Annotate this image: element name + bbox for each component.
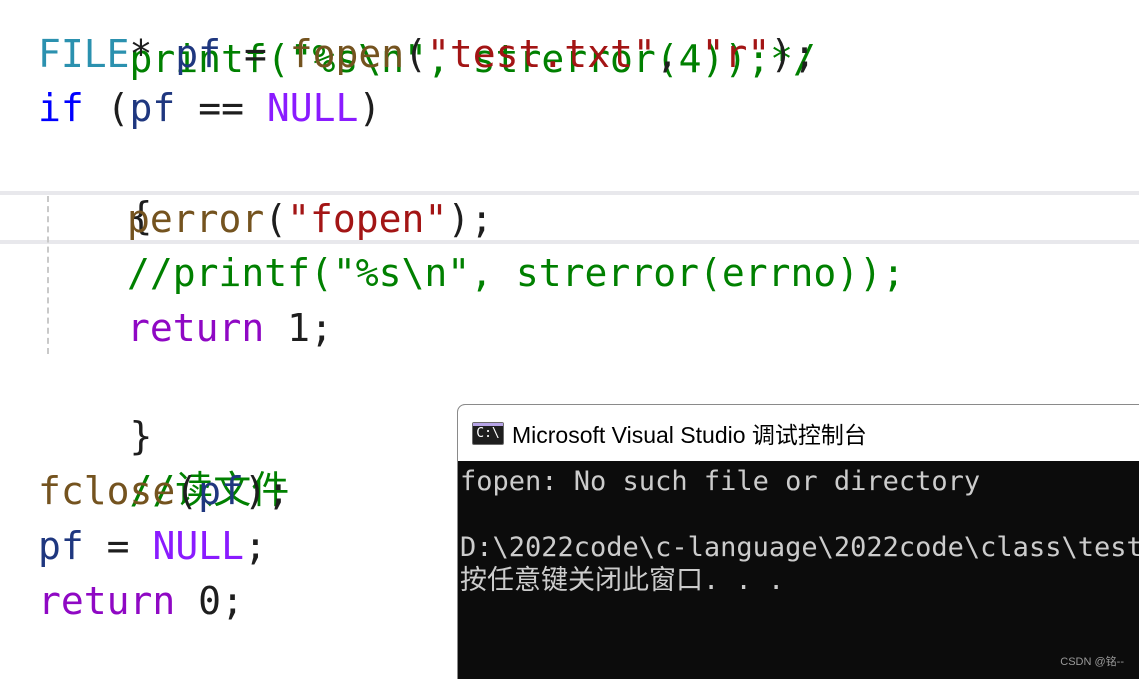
macro-token: NULL xyxy=(152,524,244,568)
function-token: fclose xyxy=(38,469,176,513)
console-line: 按任意键关闭此窗口. . . xyxy=(460,565,785,596)
debug-console-window[interactable]: C:\ Microsoft Visual Studio 调试控制台 fopen:… xyxy=(457,404,1139,679)
function-token: perror xyxy=(127,197,265,241)
code-line-7[interactable]: } xyxy=(38,355,153,458)
variable-token: pf xyxy=(129,86,176,130)
macro-token: NULL xyxy=(266,86,359,130)
paren-token: ( xyxy=(264,197,288,241)
watermark: CSDN @铭-- xyxy=(1060,656,1124,668)
function-token: fopen xyxy=(289,32,405,76)
comma-token: , xyxy=(655,32,679,76)
code-line-5[interactable]: //printf("%s\n", strerror(errno)); xyxy=(38,246,905,300)
string-token: "fopen" xyxy=(287,197,448,241)
console-line: fopen: No such file or directory xyxy=(460,466,981,497)
semicolon-token: ; xyxy=(221,579,244,623)
number-token: 1 xyxy=(287,306,311,350)
string-token: "r" xyxy=(701,32,771,76)
close-token: ) xyxy=(358,86,382,130)
console-title: Microsoft Visual Studio 调试控制台 xyxy=(512,422,867,448)
console-titlebar[interactable]: C:\ Microsoft Visual Studio 调试控制台 xyxy=(458,405,1139,461)
variable-token: pf xyxy=(38,524,84,568)
keyword-token: if xyxy=(38,86,84,130)
operator-token: == xyxy=(198,86,244,130)
semicolon-token: ; xyxy=(310,306,333,350)
code-line-2[interactable]: if (pf == NULL) xyxy=(38,81,381,135)
console-line: D:\2022code\c-language\2022code\class\te… xyxy=(460,532,1139,563)
paren-token: ( xyxy=(106,86,130,130)
code-line-1[interactable]: FILE* pf = fopen("test.txt", "r"); xyxy=(38,27,816,81)
close-token: ); xyxy=(243,469,290,513)
close-token: ); xyxy=(770,32,816,76)
number-token: 0 xyxy=(198,579,222,623)
paren-token: ( xyxy=(404,32,428,76)
pointer-token: * xyxy=(129,32,153,76)
assign-token: = xyxy=(243,32,267,76)
variable-token: pf xyxy=(175,32,222,76)
code-line-3[interactable]: { xyxy=(38,135,153,238)
close-token: ); xyxy=(447,197,494,241)
code-line-10[interactable]: pf = NULL; xyxy=(38,519,267,573)
code-line-6[interactable]: return 1; xyxy=(38,301,333,355)
type-token: FILE xyxy=(38,32,130,76)
comment-text: //printf("%s\n", strerror(errno)); xyxy=(127,251,905,295)
code-line-11[interactable]: return 0; xyxy=(38,574,244,628)
variable-token: pf xyxy=(198,469,244,513)
code-line-4[interactable]: perror("fopen"); xyxy=(38,192,493,246)
keyword-token: return xyxy=(38,579,176,623)
keyword-token: return xyxy=(127,306,265,350)
assign-token: = xyxy=(106,524,130,568)
console-app-icon: C:\ xyxy=(472,421,504,445)
semicolon-token: ; xyxy=(243,524,267,568)
paren-token: ( xyxy=(175,469,199,513)
code-line-8[interactable]: //读文件 xyxy=(38,409,290,512)
code-line-9[interactable]: fclose(pf); xyxy=(38,464,290,518)
console-output[interactable]: fopen: No such file or directory D:\2022… xyxy=(458,461,1139,679)
string-token: "test.txt" xyxy=(427,32,656,76)
